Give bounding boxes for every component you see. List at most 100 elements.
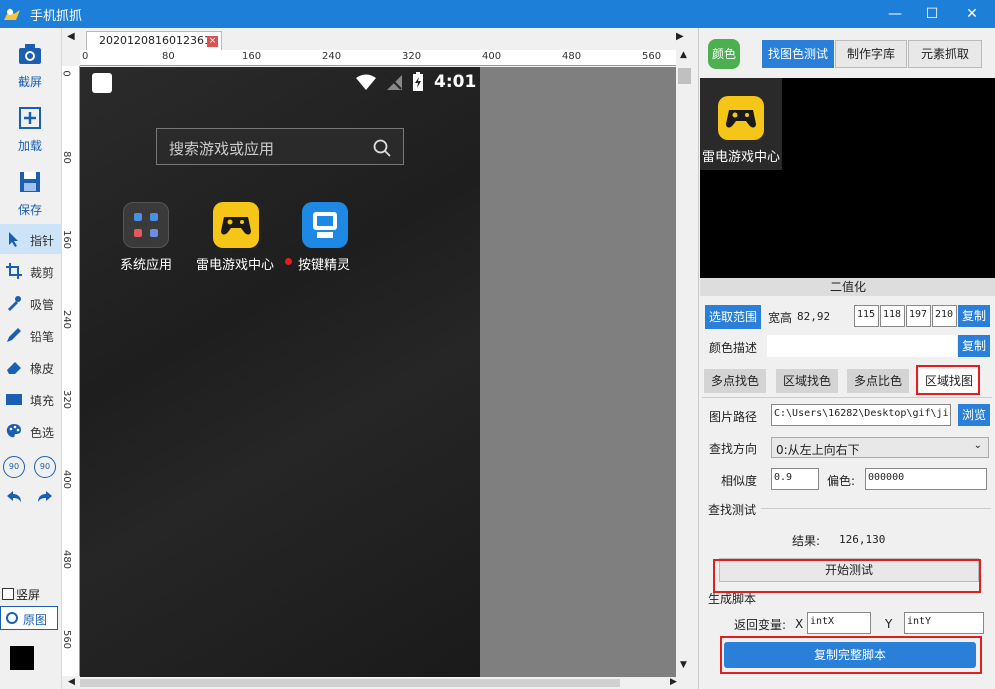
- screenshot-button[interactable]: 截屏: [0, 33, 60, 93]
- width-height-value: 82,92: [797, 310, 831, 323]
- scroll-up-icon[interactable]: ▲: [680, 50, 687, 60]
- ruler-h-label: 560: [642, 51, 662, 62]
- color-mode-button[interactable]: 颜色: [708, 39, 740, 69]
- horizontal-scroll-thumb[interactable]: [80, 679, 620, 687]
- minimize-button[interactable]: —: [875, 0, 915, 28]
- highlight-start-test: [713, 559, 981, 593]
- eraser-icon: [7, 362, 21, 374]
- save-icon: [20, 172, 40, 192]
- subtab-area-find-color[interactable]: 区域找色: [776, 369, 838, 393]
- chevron-down-icon: ⌄: [973, 440, 982, 451]
- save-label: 保存: [17, 203, 42, 217]
- app-logo-icon: [4, 8, 20, 20]
- coord-x1-field[interactable]: 115: [854, 305, 879, 327]
- right-panel: 颜色 找图色测试 制作字库 元素抓取 雷电游戏中心 二值化 选取范围 宽高 82…: [698, 28, 995, 689]
- tab-element-capture[interactable]: 元素抓取: [908, 40, 982, 68]
- vertical-scrollbar[interactable]: ▲ ▼: [676, 50, 694, 676]
- pencil-label: 铅笔: [30, 330, 55, 344]
- subtab-multipoint-find-color[interactable]: 多点找色: [704, 369, 766, 393]
- coord-x2-field[interactable]: 197: [906, 305, 931, 327]
- rotate-left-button[interactable]: 90: [3, 456, 25, 478]
- tab-scroll-left-icon[interactable]: ◀: [67, 31, 75, 42]
- image-canvas[interactable]: 4:01 搜索游戏或应用 系统应用 雷电游戏中心 按键精灵: [80, 67, 676, 677]
- phone-screenshot: 4:01 搜索游戏或应用 系统应用 雷电游戏中心 按键精灵: [80, 67, 480, 677]
- undo-icon[interactable]: [5, 490, 23, 506]
- leidian-game-center-icon: [718, 96, 764, 140]
- color-desc-field[interactable]: [767, 335, 957, 357]
- similarity-label: 相似度: [721, 474, 758, 488]
- load-button[interactable]: 加载: [0, 97, 60, 157]
- foreground-color-swatch[interactable]: [10, 646, 34, 670]
- copy-color-desc-button[interactable]: 复制: [958, 335, 990, 357]
- pointer-icon: [9, 232, 18, 247]
- pointer-label: 指针: [30, 234, 55, 248]
- tab-make-font-library[interactable]: 制作字库: [835, 40, 907, 68]
- search-icon: [373, 139, 391, 157]
- pencil-tool[interactable]: 铅笔: [0, 320, 62, 350]
- original-button[interactable]: 原图: [0, 606, 58, 630]
- color-select-label: 色选: [30, 426, 55, 440]
- scroll-left-icon[interactable]: ◀: [68, 677, 75, 687]
- wifi-icon: [356, 74, 376, 90]
- crop-icon: [6, 263, 22, 279]
- y-label: Y: [885, 617, 893, 631]
- copy-coords-button[interactable]: 复制: [958, 305, 990, 327]
- system-apps-folder-icon: [123, 202, 169, 248]
- original-label: 原图: [23, 613, 48, 627]
- color-offset-field[interactable]: 000000: [865, 468, 987, 490]
- button-wizard-app-icon: [302, 202, 348, 248]
- select-range-button[interactable]: 选取范围: [705, 305, 761, 329]
- pointer-tool[interactable]: 指针: [0, 224, 62, 254]
- notification-dot: [285, 258, 292, 265]
- vertical-ruler: 0 80 160 240 320 400 480 560: [62, 66, 80, 676]
- preview-crop: 雷电游戏中心: [700, 78, 782, 170]
- coord-y2-field[interactable]: 210: [932, 305, 957, 327]
- scroll-down-icon[interactable]: ▼: [680, 660, 687, 670]
- ruler-v-label: 160: [62, 229, 73, 250]
- title-bar: 手机抓抓 — ☐ ✕: [0, 0, 995, 28]
- save-button[interactable]: 保存: [0, 161, 60, 221]
- x-variable-field[interactable]: intX: [807, 612, 871, 634]
- maximize-button[interactable]: ☐: [912, 0, 952, 28]
- phone-search-placeholder: 搜索游戏或应用: [169, 140, 275, 158]
- browse-button[interactable]: 浏览: [958, 404, 990, 426]
- ruler-h-label: 160: [242, 51, 262, 62]
- ruler-v-label: 240: [62, 309, 73, 330]
- file-tab-close-icon[interactable]: ×: [207, 36, 218, 47]
- portrait-checkbox[interactable]: [2, 588, 14, 600]
- tab-scroll-right-icon[interactable]: ▶: [676, 31, 684, 42]
- search-direction-value: 0:从左上向右下: [776, 443, 860, 457]
- image-path-field[interactable]: C:\Users\16282\Desktop\gif\ji: [771, 404, 951, 426]
- battery-icon: [413, 72, 423, 91]
- color-select-tool[interactable]: 色选: [0, 416, 62, 446]
- highlight-area-find-image-tab: [916, 365, 980, 395]
- close-button[interactable]: ✕: [952, 0, 992, 28]
- vertical-scroll-thumb[interactable]: [678, 68, 691, 84]
- ruler-h-label: 240: [322, 51, 342, 62]
- coord-y1-field[interactable]: 118: [880, 305, 905, 327]
- redo-icon[interactable]: [36, 490, 54, 506]
- app-label: 雷电游戏中心: [196, 258, 275, 273]
- y-variable-field[interactable]: intY: [904, 612, 984, 634]
- file-tab[interactable]: 20201208160123615 ×: [86, 31, 222, 50]
- fill-icon: [6, 394, 22, 405]
- rotate-right-button[interactable]: 90: [34, 456, 56, 478]
- eyedropper-icon: [8, 296, 21, 311]
- search-direction-select[interactable]: 0:从左上向右下 ⌄: [771, 437, 989, 458]
- scroll-right-icon[interactable]: ▶: [670, 677, 677, 687]
- similarity-field[interactable]: 0.9: [771, 468, 819, 490]
- app-label: 系统应用: [120, 258, 173, 273]
- crop-tool[interactable]: 裁剪: [0, 256, 62, 286]
- radio-icon: [6, 612, 18, 624]
- subtab-multipoint-compare-color[interactable]: 多点比色: [847, 369, 909, 393]
- eraser-tool[interactable]: 橡皮: [0, 352, 62, 382]
- eyedropper-tool[interactable]: 吸管: [0, 288, 62, 318]
- search-test-section-label: 查找测试: [708, 503, 757, 517]
- generate-script-section-label: 生成脚本: [708, 592, 757, 606]
- tab-find-image-color-test[interactable]: 找图色测试: [762, 40, 834, 68]
- divider: [761, 508, 991, 509]
- fill-tool[interactable]: 填充: [0, 384, 62, 414]
- horizontal-scrollbar[interactable]: ◀ ▶: [62, 677, 694, 689]
- eraser-label: 橡皮: [30, 362, 55, 376]
- binarize-button[interactable]: 二值化: [700, 278, 995, 296]
